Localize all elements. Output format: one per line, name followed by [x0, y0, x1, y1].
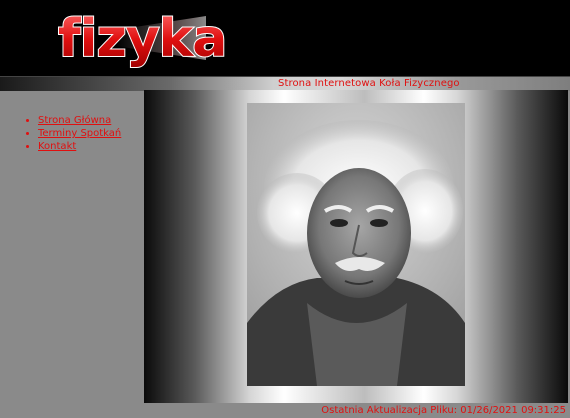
- nav-link-meetings[interactable]: Terminy Spotkań: [38, 128, 121, 139]
- photo-panel: [144, 90, 568, 403]
- einstein-portrait: [247, 103, 465, 386]
- footer: Ostatnia Aktualizacja Pliku: 01/26/2021 …: [0, 403, 570, 418]
- site-subtitle: Strona Internetowa Koła Fizycznego: [278, 78, 460, 89]
- fizyka-logo: fizyka: [57, 8, 228, 68]
- last-update-text: Ostatnia Aktualizacja Pliku: 01/26/2021 …: [321, 405, 566, 416]
- nav-link-home[interactable]: Strona Główna: [38, 115, 111, 126]
- main-nav: Strona Główna Terminy Spotkań Kontakt: [20, 114, 121, 153]
- svg-text:fizyka: fizyka: [58, 9, 226, 68]
- header: fizyka: [0, 0, 570, 77]
- nav-item-meetings: Terminy Spotkań: [38, 127, 121, 140]
- nav-item-contact: Kontakt: [38, 140, 121, 153]
- site-subtitle-bar: Strona Internetowa Koła Fizycznego: [0, 77, 570, 91]
- nav-item-home: Strona Główna: [38, 114, 121, 127]
- nav-link-contact[interactable]: Kontakt: [38, 141, 76, 152]
